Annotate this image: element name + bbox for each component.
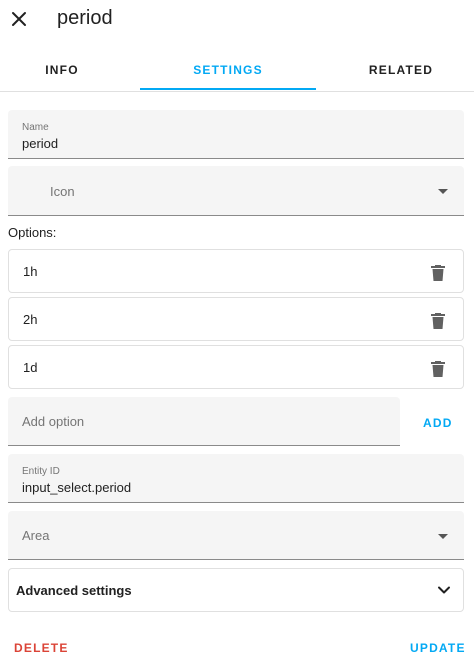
chevron-down-icon (438, 534, 448, 539)
tab-settings[interactable]: SETTINGS (140, 48, 316, 91)
close-icon (12, 12, 26, 26)
name-field-value: period (22, 136, 59, 151)
trash-icon[interactable] (431, 361, 445, 377)
add-option-input[interactable]: Add option (8, 397, 400, 446)
delete-button[interactable]: DELETE (14, 641, 69, 655)
option-row-1h: 1h (8, 249, 464, 293)
tab-related[interactable]: RELATED (328, 48, 474, 91)
trash-icon[interactable] (431, 313, 445, 329)
active-tab-indicator (140, 88, 316, 90)
trash-icon[interactable] (431, 265, 445, 281)
options-label: Options: (8, 225, 57, 240)
advanced-settings-label: Advanced settings (16, 583, 132, 598)
name-field-label: Name (22, 122, 49, 133)
entity-id-value: input_select.period (22, 480, 132, 495)
entity-id-field[interactable]: Entity ID input_select.period (8, 454, 464, 503)
add-option-placeholder: Add option (22, 414, 85, 429)
area-picker-placeholder: Area (22, 528, 50, 543)
dialog-title: period (57, 7, 113, 29)
chevron-down-icon (438, 189, 448, 194)
chevron-down-icon (438, 586, 450, 594)
advanced-settings-expander[interactable]: Advanced settings (8, 568, 464, 612)
icon-picker-placeholder: Icon (50, 184, 75, 199)
option-row-2h: 2h (8, 297, 464, 341)
tab-info[interactable]: INFO (0, 48, 124, 91)
option-row-1d: 1d (8, 345, 464, 389)
option-value: 1h (23, 264, 38, 279)
dialog-header: period (0, 0, 474, 40)
option-value: 1d (23, 360, 38, 375)
entity-id-label: Entity ID (22, 466, 60, 477)
close-button[interactable] (6, 6, 32, 32)
option-value: 2h (23, 312, 38, 327)
icon-picker[interactable]: Icon (8, 166, 464, 216)
tab-bar: INFO SETTINGS RELATED (0, 48, 474, 92)
area-picker[interactable]: Area (8, 511, 464, 560)
add-option-button[interactable]: ADD (423, 416, 453, 430)
name-field[interactable]: Name period (8, 110, 464, 159)
update-button[interactable]: UPDATE (410, 641, 466, 655)
